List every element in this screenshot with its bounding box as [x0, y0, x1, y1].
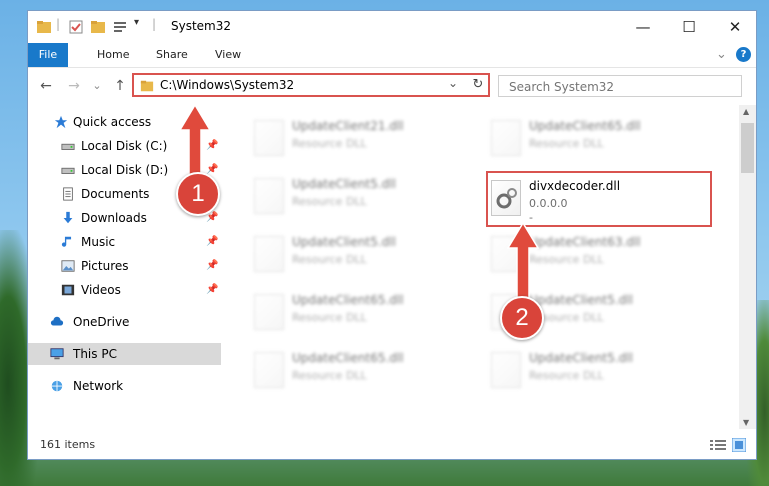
arrow-up-2	[506, 221, 540, 301]
step-badge-1: 1	[176, 172, 220, 216]
step-badge-2: 2	[500, 296, 544, 340]
annotation-arrows	[178, 103, 540, 301]
